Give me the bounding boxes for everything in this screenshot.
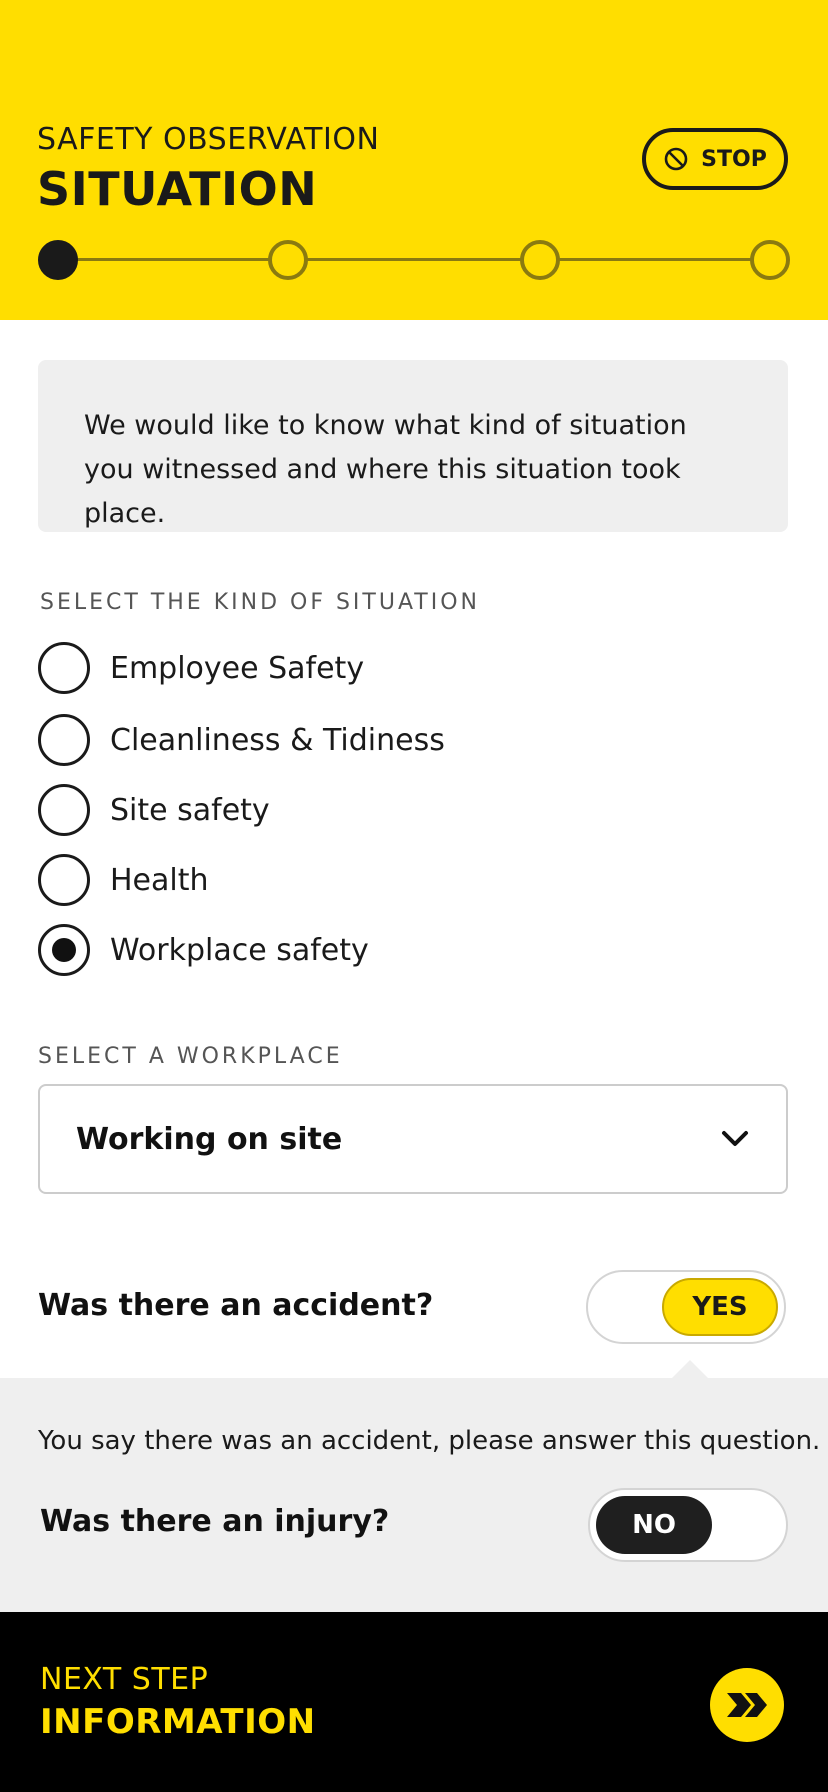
next-step-title: INFORMATION [40,1702,316,1742]
accident-toggle-knob: YES [662,1278,778,1336]
radio-label: Workplace safety [110,932,369,968]
radio-option-employee-safety[interactable]: Employee Safety [38,642,364,694]
radio-selected-dot [52,938,76,962]
radio-button[interactable] [38,784,90,836]
progress-step-1 [38,240,78,280]
radio-label: Site safety [110,792,270,828]
progress-step-2 [268,240,308,280]
accident-question: Was there an accident? [38,1288,434,1323]
page-title: SITUATION [37,162,318,216]
situation-section-label: SELECT THE KIND OF SITUATION [40,590,480,615]
radio-option-health[interactable]: Health [38,854,209,906]
workplace-select[interactable]: Working on site [38,1084,788,1194]
radio-button-selected[interactable] [38,924,90,976]
radio-label: Health [110,862,209,898]
next-step-label: NEXT STEP [40,1662,209,1697]
accident-toggle[interactable]: YES [586,1270,786,1344]
radio-button[interactable] [38,642,90,694]
radio-option-cleanliness[interactable]: Cleanliness & Tidiness [38,714,445,766]
header: SAFETY OBSERVATION SITUATION STOP [0,0,828,320]
chevron-down-icon [722,1131,748,1146]
panel-pointer [672,1360,708,1378]
radio-button[interactable] [38,854,90,906]
radio-option-site-safety[interactable]: Site safety [38,784,270,836]
radio-option-workplace-safety[interactable]: Workplace safety [38,924,369,976]
injury-toggle[interactable]: NO [588,1488,788,1562]
injury-toggle-knob: NO [596,1496,712,1554]
stop-button-label: STOP [701,146,767,172]
workplace-select-value: Working on site [76,1121,343,1157]
intro-panel: We would like to know what kind of situa… [38,360,788,532]
radio-label: Cleanliness & Tidiness [110,722,445,758]
progress-step-3 [520,240,560,280]
prohibited-icon [664,147,688,171]
injury-question: Was there an injury? [40,1504,390,1539]
followup-note: You say there was an accident, please an… [38,1426,821,1456]
radio-button[interactable] [38,714,90,766]
next-button[interactable] [710,1668,784,1742]
progress-track [58,258,770,261]
step-progress [38,240,790,280]
footer-next-step[interactable]: NEXT STEP INFORMATION [0,1612,828,1792]
progress-step-4 [750,240,790,280]
stop-button[interactable]: STOP [642,128,788,190]
double-chevron-right-icon [727,1693,767,1717]
workplace-section-label: SELECT A WORKPLACE [38,1044,343,1069]
radio-label: Employee Safety [110,650,365,686]
injury-followup-panel: You say there was an accident, please an… [0,1360,828,1612]
flow-title: SAFETY OBSERVATION [37,122,380,157]
